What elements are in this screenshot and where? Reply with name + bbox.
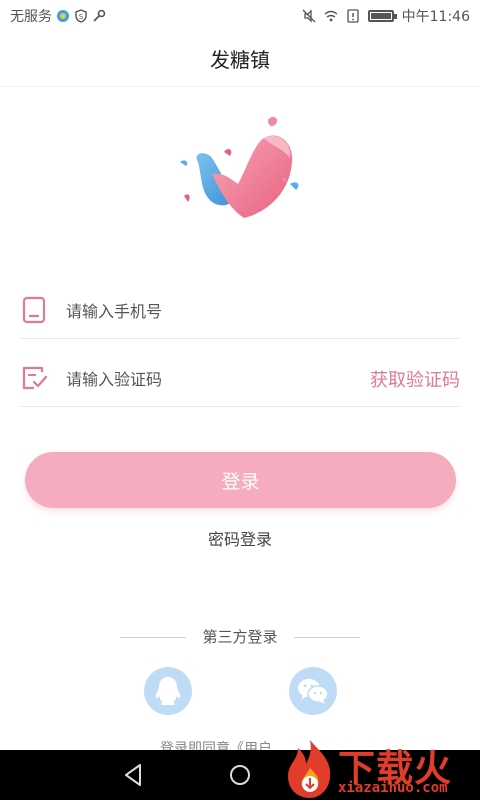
carrier-label: 无服务 [10, 9, 52, 25]
app-notification-icon [57, 10, 69, 22]
app-logo [180, 117, 299, 218]
phone-input[interactable] [66, 298, 336, 324]
login-button[interactable]: 登录 [25, 452, 456, 508]
wechat-login-button[interactable] [289, 667, 337, 715]
key-icon [93, 9, 106, 22]
verification-code-input[interactable] [66, 366, 336, 392]
phone-row [20, 282, 460, 339]
clock: 中午11:46 [401, 9, 470, 25]
wechat-icon [298, 679, 329, 704]
back-icon[interactable] [120, 762, 146, 788]
watermark-url: xiazaihuo.com [338, 780, 448, 796]
page-title: 发糖镇 [210, 48, 270, 72]
third-party-divider: 第三方登录 [0, 626, 480, 650]
wifi-icon [324, 10, 338, 22]
watermark: 下载火 xiazaihuo.com [284, 738, 480, 800]
code-row: 获取验证码 [20, 350, 460, 407]
header: 发糖镇 [0, 30, 480, 87]
svg-text:S: S [79, 13, 84, 21]
mute-icon [302, 9, 316, 23]
qq-login-button[interactable] [144, 667, 192, 715]
qq-icon [155, 677, 181, 705]
password-login-link[interactable]: 密码登录 [0, 526, 480, 550]
divider-right [294, 637, 360, 638]
sim-alert-icon [346, 9, 359, 23]
fire-logo-icon [288, 740, 331, 798]
get-code-button[interactable]: 获取验证码 [370, 366, 460, 392]
verification-code-icon [22, 366, 48, 390]
home-icon[interactable] [227, 762, 253, 788]
status-bar: 无服务 S 中午11:46 [0, 0, 480, 30]
phone-icon [22, 296, 46, 324]
battery-icon [367, 10, 397, 22]
third-party-label: 第三方登录 [202, 628, 278, 646]
shield-icon: S [75, 9, 87, 23]
